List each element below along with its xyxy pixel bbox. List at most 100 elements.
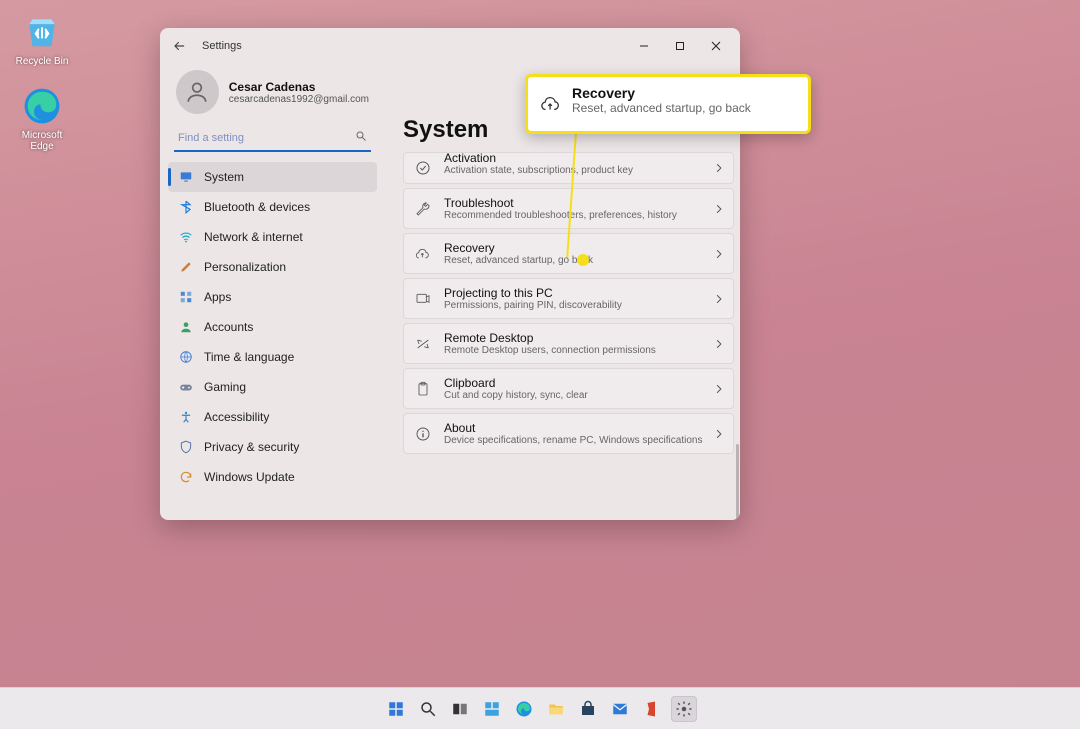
scrollbar[interactable] [736, 444, 739, 520]
projector-icon [414, 290, 432, 308]
card-title: Remote Desktop [444, 331, 703, 345]
taskbar-mail-icon[interactable] [607, 696, 633, 722]
card-subtitle: Recommended troubleshooters, preferences… [444, 210, 703, 221]
sidebar-item-apps[interactable]: Apps [168, 282, 377, 312]
card-subtitle: Reset, advanced startup, go back [444, 255, 703, 266]
person-icon [178, 319, 194, 335]
chevron-right-icon [715, 339, 723, 349]
recovery-icon [540, 93, 562, 115]
office-icon [643, 700, 661, 718]
check-circle-icon [414, 159, 432, 177]
sidebar-item-label: Windows Update [204, 470, 295, 484]
minimize-button[interactable] [626, 32, 662, 60]
sidebar: Cesar Cadenas cesarcadenas1992@gmail.com… [160, 64, 385, 520]
sidebar-item-label: Time & language [204, 350, 294, 364]
account-block[interactable]: Cesar Cadenas cesarcadenas1992@gmail.com [168, 64, 377, 126]
sidebar-item-time-language[interactable]: Time & language [168, 342, 377, 372]
taskbar-explorer-icon[interactable] [543, 696, 569, 722]
desktop-icon-label: Microsoft Edge [12, 130, 72, 152]
sidebar-item-label: Gaming [204, 380, 246, 394]
edge-icon [22, 86, 62, 126]
sidebar-item-windows-update[interactable]: Windows Update [168, 462, 377, 492]
recycle-bin-icon [22, 12, 62, 52]
bluetooth-icon [178, 199, 194, 215]
taskbar-store-icon[interactable] [575, 696, 601, 722]
mail-icon [611, 700, 629, 718]
shield-icon [178, 439, 194, 455]
sidebar-item-label: Privacy & security [204, 440, 299, 454]
taskbar-search-icon[interactable] [415, 696, 441, 722]
sidebar-item-system[interactable]: System [168, 162, 377, 192]
avatar [176, 70, 219, 114]
accessibility-icon [178, 409, 194, 425]
sidebar-item-label: Apps [204, 290, 231, 304]
sidebar-item-gaming[interactable]: Gaming [168, 372, 377, 402]
start-icon [387, 700, 405, 718]
game-icon [178, 379, 194, 395]
taskbar-widgets-icon[interactable] [479, 696, 505, 722]
search-icon [355, 130, 367, 142]
card-title: About [444, 421, 703, 435]
sidebar-item-label: Bluetooth & devices [204, 200, 310, 214]
store-icon [579, 700, 597, 718]
apps-icon [178, 289, 194, 305]
settings-card-projecting-to-this-pc[interactable]: Projecting to this PCPermissions, pairin… [403, 278, 734, 319]
settings-card-clipboard[interactable]: ClipboardCut and copy history, sync, cle… [403, 368, 734, 409]
sidebar-item-network-internet[interactable]: Network & internet [168, 222, 377, 252]
brush-icon [178, 259, 194, 275]
card-subtitle: Cut and copy history, sync, clear [444, 390, 703, 401]
wifi-icon [178, 229, 194, 245]
callout-title: Recovery [572, 85, 796, 101]
info-icon [414, 425, 432, 443]
window-title: Settings [202, 40, 242, 52]
taskbar [0, 687, 1080, 729]
explorer-icon [547, 700, 565, 718]
card-subtitle: Permissions, pairing PIN, discoverabilit… [444, 300, 703, 311]
taskbar-office-icon[interactable] [639, 696, 665, 722]
maximize-button[interactable] [662, 32, 698, 60]
desktop-icon-recycle-bin[interactable]: Recycle Bin [12, 12, 72, 67]
taskbar-settings-icon[interactable] [671, 696, 697, 722]
callout-end-dot [577, 254, 589, 266]
monitor-icon [178, 169, 194, 185]
taskbar-taskview-icon[interactable] [447, 696, 473, 722]
card-title: Clipboard [444, 376, 703, 390]
wrench-icon [414, 200, 432, 218]
sidebar-item-privacy-security[interactable]: Privacy & security [168, 432, 377, 462]
taskbar-start-icon[interactable] [383, 696, 409, 722]
sidebar-item-accessibility[interactable]: Accessibility [168, 402, 377, 432]
desktop-icon-label: Recycle Bin [12, 56, 72, 67]
chevron-right-icon [715, 249, 723, 259]
recovery-icon [414, 245, 432, 263]
settings-icon [675, 700, 693, 718]
update-icon [178, 469, 194, 485]
sidebar-item-bluetooth-devices[interactable]: Bluetooth & devices [168, 192, 377, 222]
settings-card-remote-desktop[interactable]: Remote DesktopRemote Desktop users, conn… [403, 323, 734, 364]
account-name: Cesar Cadenas [229, 80, 369, 94]
search-icon [419, 700, 437, 718]
sidebar-item-label: Network & internet [204, 230, 303, 244]
search-input[interactable] [174, 126, 371, 152]
widgets-icon [483, 700, 501, 718]
card-title: Troubleshoot [444, 196, 703, 210]
chevron-right-icon [715, 429, 723, 439]
callout-subtitle: Reset, advanced startup, go back [572, 101, 796, 115]
card-subtitle: Device specifications, rename PC, Window… [444, 435, 703, 446]
card-subtitle: Remote Desktop users, connection permiss… [444, 345, 703, 356]
callout-recovery: Recovery Reset, advanced startup, go bac… [525, 74, 811, 134]
account-email: cesarcadenas1992@gmail.com [229, 94, 369, 105]
card-title: Recovery [444, 241, 703, 255]
sidebar-item-personalization[interactable]: Personalization [168, 252, 377, 282]
desktop-icon-edge[interactable]: Microsoft Edge [12, 86, 72, 152]
chevron-right-icon [715, 294, 723, 304]
sidebar-item-accounts[interactable]: Accounts [168, 312, 377, 342]
back-button[interactable] [172, 39, 196, 53]
sidebar-item-label: System [204, 170, 244, 184]
settings-card-activation[interactable]: ActivationActivation state, subscription… [403, 152, 734, 184]
sidebar-item-label: Accessibility [204, 410, 269, 424]
chevron-right-icon [715, 204, 723, 214]
settings-card-about[interactable]: AboutDevice specifications, rename PC, W… [403, 413, 734, 454]
card-title: Projecting to this PC [444, 286, 703, 300]
close-button[interactable] [698, 32, 734, 60]
taskbar-edge-icon[interactable] [511, 696, 537, 722]
